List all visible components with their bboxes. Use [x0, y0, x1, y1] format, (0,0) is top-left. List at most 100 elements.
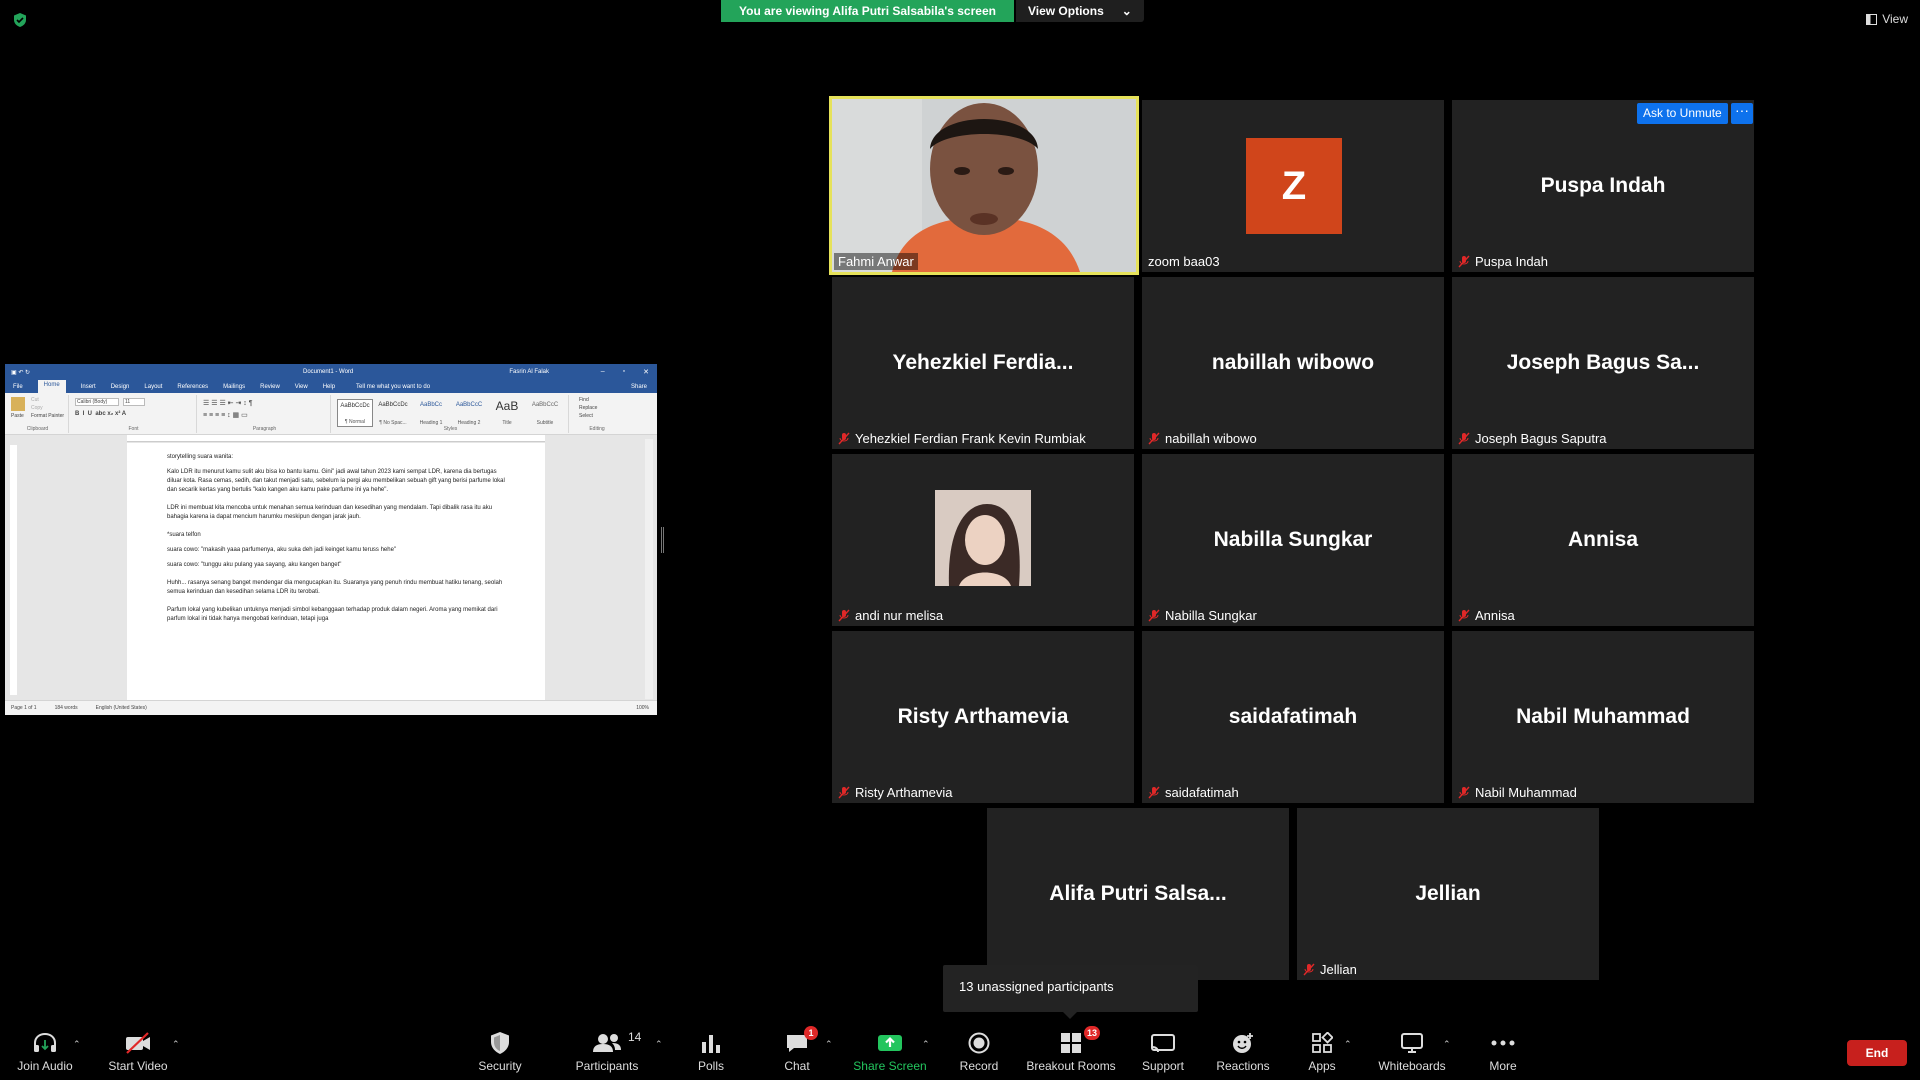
word-share-button[interactable]: Share: [631, 384, 647, 390]
style-subtitle[interactable]: AaBbCcC Subtitle: [527, 399, 563, 427]
style-heading-1[interactable]: AaBbCc Heading 1: [413, 399, 449, 427]
participant-name: Yehezkiel Ferdian Frank Kevin Rumbiak: [838, 431, 1086, 446]
participant-name: Risty Arthamevia: [838, 785, 953, 800]
format-painter-button[interactable]: Format Painter: [31, 413, 64, 419]
chevron-up-icon[interactable]: ⌃: [655, 1039, 665, 1049]
polls-button[interactable]: Polls: [691, 1030, 731, 1078]
word-document-area[interactable]: storytelling suara wanita: Kalo LDR itu …: [5, 435, 657, 700]
encryption-shield-icon[interactable]: [12, 12, 28, 28]
find-button[interactable]: Find: [579, 397, 589, 403]
video-tile-alifa-putri[interactable]: Alifa Putri Salsa...: [987, 808, 1289, 980]
video-tile-zoom-baa03[interactable]: Z zoom baa03: [1142, 100, 1444, 272]
end-meeting-button[interactable]: End: [1847, 1040, 1907, 1066]
close-icon[interactable]: ✕: [643, 368, 649, 376]
paste-label[interactable]: Paste: [11, 413, 24, 419]
chevron-up-icon[interactable]: ⌃: [922, 1039, 932, 1049]
share-screen-button[interactable]: Share Screen: [852, 1030, 928, 1078]
participant-name-text: Nabilla Sungkar: [1165, 608, 1257, 623]
word-page[interactable]: storytelling suara wanita: Kalo LDR itu …: [127, 443, 545, 700]
start-video-button[interactable]: Start Video: [106, 1030, 170, 1078]
reactions-button[interactable]: Reactions: [1215, 1030, 1271, 1078]
style-preview: AaB: [495, 399, 519, 413]
whiteboards-button[interactable]: Whiteboards: [1376, 1030, 1448, 1078]
style-title[interactable]: AaB Title: [489, 399, 525, 427]
whiteboard-icon: [1397, 1030, 1427, 1056]
join-audio-button[interactable]: Join Audio: [15, 1030, 75, 1078]
vertical-scrollbar[interactable]: [645, 439, 653, 699]
chevron-up-icon[interactable]: ⌃: [172, 1039, 182, 1049]
ask-to-unmute-button[interactable]: Ask to Unmute: [1637, 103, 1728, 124]
tab-file[interactable]: File: [13, 384, 23, 390]
tile-more-options-button[interactable]: ···: [1731, 103, 1753, 124]
video-tile-risty-arthamevia[interactable]: Risty Arthamevia Risty Arthamevia: [832, 631, 1134, 803]
participant-name-text: Annisa: [1475, 608, 1515, 623]
tab-insert[interactable]: Insert: [81, 384, 96, 390]
tab-help[interactable]: Help: [323, 384, 335, 390]
chevron-up-icon[interactable]: ⌃: [825, 1039, 835, 1049]
save-icon[interactable]: ▣ ↶ ↻: [11, 369, 30, 376]
zoom-level[interactable]: 100%: [636, 705, 649, 711]
paste-icon[interactable]: [11, 397, 25, 411]
security-label: Security: [478, 1059, 522, 1073]
security-button[interactable]: Security: [475, 1030, 525, 1078]
word-user-name: Fasrin Al Falak: [509, 369, 549, 375]
view-button[interactable]: View: [1866, 12, 1908, 26]
breakout-rooms-badge: 13: [1083, 1026, 1100, 1040]
video-tile-andi-nur-melisa[interactable]: andi nur melisa: [832, 454, 1134, 626]
tab-home[interactable]: Home: [37, 380, 66, 393]
avatar: Z: [1246, 138, 1342, 234]
record-button[interactable]: Record: [959, 1030, 999, 1078]
support-button[interactable]: Support: [1140, 1030, 1186, 1078]
tell-me-search[interactable]: Tell me what you want to do: [356, 384, 430, 390]
align-buttons[interactable]: ≡ ≡ ≡ ≡ ↕ ▦ ▭: [203, 411, 248, 419]
tab-design[interactable]: Design: [111, 384, 130, 390]
breakout-rooms-button[interactable]: 13 Breakout Rooms: [1025, 1026, 1117, 1078]
replace-button[interactable]: Replace: [579, 405, 597, 411]
chat-button[interactable]: 1 Chat: [777, 1026, 818, 1078]
apps-button[interactable]: Apps: [1307, 1030, 1337, 1078]
style-heading-2[interactable]: AaBbCcC Heading 2: [451, 399, 487, 427]
video-tile-yehezkiel[interactable]: Yehezkiel Ferdia... Yehezkiel Ferdian Fr…: [832, 277, 1134, 449]
video-tile-nabilla-sungkar[interactable]: Nabilla Sungkar Nabilla Sungkar: [1142, 454, 1444, 626]
style-no-spacing[interactable]: AaBbCcDc ¶ No Spac...: [375, 399, 411, 427]
list-buttons[interactable]: ☰ ☰ ☰ ⇤ ⇥ ↕ ¶: [203, 399, 253, 407]
video-tile-puspa-indah[interactable]: Puspa Indah Puspa Indah: [1452, 100, 1754, 272]
tab-review[interactable]: Review: [260, 384, 280, 390]
video-tile-jellian[interactable]: Jellian Jellian: [1297, 808, 1599, 980]
video-tile-joseph-bagus[interactable]: Joseph Bagus Sa... Joseph Bagus Saputra: [1452, 277, 1754, 449]
video-tile-nabil-muhammad[interactable]: Nabil Muhammad Nabil Muhammad: [1452, 631, 1754, 803]
tab-references[interactable]: References: [177, 384, 208, 390]
chevron-up-icon[interactable]: ⌃: [1443, 1039, 1453, 1049]
video-off-icon: [123, 1030, 153, 1056]
cut-button[interactable]: Cut: [31, 397, 39, 403]
more-button[interactable]: More: [1483, 1030, 1523, 1078]
split-view-handle[interactable]: [661, 527, 664, 553]
font-format-buttons[interactable]: B I U abc x₂ x² A: [75, 411, 126, 417]
tab-layout[interactable]: Layout: [144, 384, 162, 390]
participant-display-name: saidafatimah: [1228, 705, 1358, 728]
video-tile-nabillah-wibowo[interactable]: nabillah wibowo nabillah wibowo: [1142, 277, 1444, 449]
shared-screen[interactable]: ▣ ↶ ↻ Document1 - Word Fasrin Al Falak –…: [5, 364, 657, 715]
view-options-button[interactable]: View Options ⌄: [1015, 0, 1144, 22]
tab-view[interactable]: View: [295, 384, 308, 390]
chevron-up-icon[interactable]: ⌃: [1344, 1039, 1354, 1049]
chevron-up-icon[interactable]: ⌃: [73, 1039, 83, 1049]
participants-count: 14: [628, 1030, 642, 1044]
styles-group-label: Styles: [443, 426, 458, 432]
participants-button[interactable]: 14 Participants: [571, 1030, 643, 1078]
copy-button[interactable]: Copy: [31, 405, 43, 411]
video-tile-fahmi-anwar[interactable]: Fahmi Anwar: [829, 96, 1139, 275]
reactions-label: Reactions: [1216, 1059, 1270, 1073]
maximize-icon[interactable]: ▫: [623, 368, 625, 376]
window-controls[interactable]: – ▫ ✕: [601, 368, 649, 376]
select-button[interactable]: Select: [579, 413, 593, 419]
font-size-select[interactable]: 11: [123, 398, 145, 406]
video-tile-saidafatimah[interactable]: saidafatimah saidafatimah: [1142, 631, 1444, 803]
mic-muted-icon: [1458, 609, 1470, 622]
font-name-select[interactable]: Calibri (Body): [75, 398, 119, 406]
video-tile-annisa[interactable]: Annisa Annisa: [1452, 454, 1754, 626]
whiteboards-label: Whiteboards: [1378, 1059, 1446, 1073]
tab-mailings[interactable]: Mailings: [223, 384, 245, 390]
style-normal[interactable]: AaBbCcDc ¶ Normal: [337, 399, 373, 427]
minimize-icon[interactable]: –: [601, 368, 605, 376]
